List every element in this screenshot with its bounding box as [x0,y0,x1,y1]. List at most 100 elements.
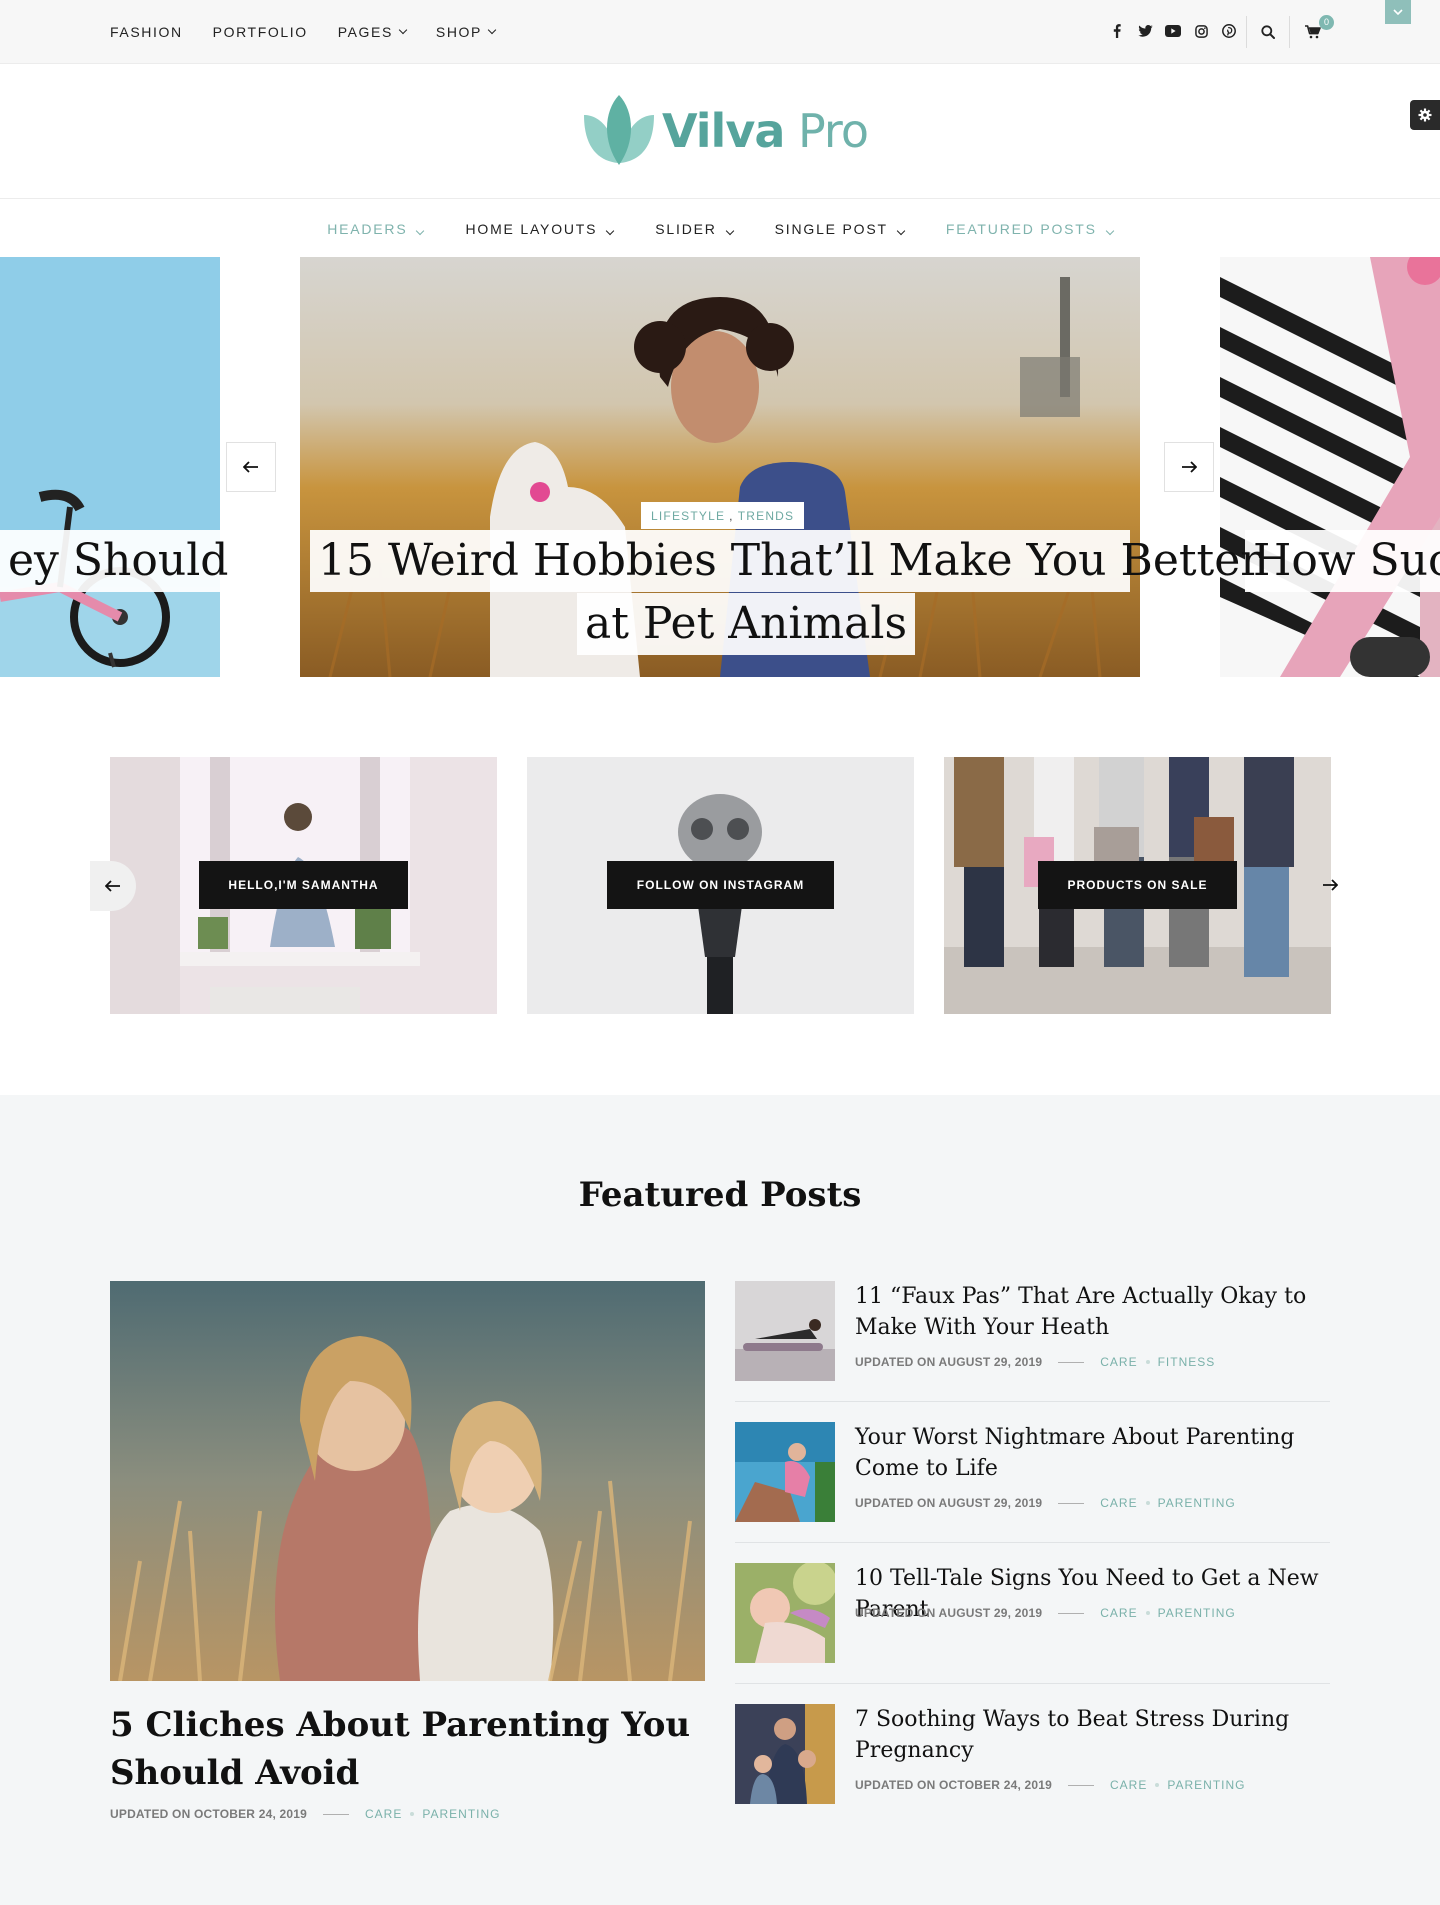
arrow-left-icon [243,461,258,473]
search-icon[interactable] [1257,21,1279,43]
post-date: UPDATED ON AUGUST 29, 2019 [855,1355,1043,1369]
category-link[interactable]: PARENTING [1158,1606,1236,1620]
mainnav-label: FEATURED POSTS [945,220,1097,237]
category-link[interactable]: TRENDS [738,509,795,523]
topnav-portfolio[interactable]: PORTFOLIO [213,24,308,40]
site-logo[interactable]: Vilva Pro [580,93,869,169]
category-link[interactable]: CARE [365,1807,402,1821]
separator: , [729,508,734,523]
mainnav-home-layouts[interactable]: HOME LAYOUTS [465,220,615,237]
topnav-label: SHOP [435,24,482,40]
mainnav-label: SLIDER [655,220,717,237]
side-post: 10 Tell-Tale Signs You Need to Get a New… [735,1563,1330,1663]
category-link[interactable]: CARE [1110,1778,1147,1792]
promo-sale-button[interactable]: PRODUCTS ON SALE [1038,861,1237,909]
mainnav-slider[interactable]: SLIDER [655,220,734,237]
site-header: Vilva Pro [0,65,1440,199]
side-post-title[interactable]: 11 “Faux Pas” That Are Actually Okay to … [855,1281,1330,1343]
slide-prev-image[interactable] [0,257,220,677]
chevron-down-icon [1105,226,1115,235]
post-date: UPDATED ON AUGUST 29, 2019 [855,1606,1043,1620]
dot-separator [410,1812,415,1816]
topnav-fashion[interactable]: FASHION [110,24,183,40]
topnav-shop[interactable]: SHOP [435,24,497,40]
mainnav-featured-posts[interactable]: FEATURED POSTS [945,220,1115,237]
promo-label: FOLLOW ON INSTAGRAM [636,878,805,892]
stripes-photo [1220,257,1440,677]
promo-instagram-button[interactable]: FOLLOW ON INSTAGRAM [607,861,834,909]
promo-about-button[interactable]: HELLO,I'M SAMANTHA [199,861,408,909]
chevron-down-icon [725,226,734,235]
featured-main-image[interactable] [110,1281,705,1681]
slider-next-button[interactable] [1164,442,1214,492]
divider [1289,16,1290,48]
pinterest-icon[interactable] [1220,22,1238,40]
side-post-title[interactable]: 7 Soothing Ways to Beat Stress During Pr… [855,1704,1330,1766]
mainnav-headers[interactable]: HEADERS [327,221,425,237]
slide-next-image[interactable] [1220,257,1440,677]
mainnav-label: HOME LAYOUTS [465,220,598,237]
topnav-label: PORTFOLIO [212,24,308,40]
instagram-icon[interactable] [1192,22,1210,40]
side-post: Your Worst Nightmare About Parenting Com… [735,1422,1330,1522]
side-post: 7 Soothing Ways to Beat Stress During Pr… [735,1704,1330,1804]
gear-icon [1418,108,1432,122]
chevron-down-icon [487,25,497,35]
slide-next-title[interactable]: How Succ [1245,530,1440,592]
category-link[interactable]: CARE [1100,1496,1137,1510]
twitter-icon[interactable] [1136,22,1154,40]
promo-sale[interactable]: PRODUCTS ON SALE [944,757,1331,1014]
side-post-meta: UPDATED ON OCTOBER 24, 2019 CARE PARENTI… [855,1778,1245,1792]
featured-posts-section: Featured Posts 5 Cliches About Parenting… [0,1095,1440,1905]
category-link[interactable]: PARENTING [1158,1496,1236,1510]
divider [1068,1784,1095,1786]
dot-separator [1145,1611,1150,1615]
slide-current-title-line2[interactable]: at Pet Animals [577,593,916,655]
featured-main-title[interactable]: 5 Cliches About Parenting You Should Avo… [110,1701,705,1797]
divider [323,1813,350,1815]
chevron-down-icon [398,25,408,35]
category-link[interactable]: LIFESTYLE [651,509,725,523]
slide-current-title-line1[interactable]: 15 Weird Hobbies That’ll Make You Better [310,530,1261,592]
category-link[interactable]: PARENTING [422,1807,500,1821]
topbar-toggle-button[interactable] [1385,0,1411,24]
social-links [1108,22,1238,40]
side-post-meta: UPDATED ON AUGUST 29, 2019 CARE PARENTIN… [855,1606,1236,1620]
plank-exercise-photo [735,1281,835,1381]
category-link[interactable]: CARE [1100,1355,1137,1369]
main-nav: HEADERS HOME LAYOUTS SLIDER SINGLE POST … [0,200,1440,257]
featured-main-meta: UPDATED ON OCTOBER 24, 2019 CARE PARENTI… [110,1807,500,1821]
promo-instagram[interactable]: FOLLOW ON INSTAGRAM [527,757,914,1014]
side-post-thumbnail[interactable] [735,1563,835,1663]
section-title: Featured Posts [578,1175,862,1215]
category-link[interactable]: CARE [1100,1606,1137,1620]
topnav-pages[interactable]: PAGES [337,24,408,40]
mainnav-single-post[interactable]: SINGLE POST [775,221,906,237]
slide-prev-title[interactable]: ey Should [0,530,237,592]
side-post-title[interactable]: Your Worst Nightmare About Parenting Com… [855,1422,1330,1484]
side-post-thumbnail[interactable] [735,1281,835,1381]
promo-next-button[interactable] [1318,873,1342,897]
settings-gear-button[interactable] [1410,100,1440,130]
category-link[interactable]: FITNESS [1158,1355,1216,1369]
slide-categories: LIFESTYLE, TRENDS [641,502,805,529]
youtube-icon[interactable] [1164,22,1182,40]
top-bar: FASHION PORTFOLIO PAGES SHOP 0 [0,0,1440,64]
facebook-icon[interactable] [1108,22,1126,40]
divider [735,1542,1330,1543]
chevron-down-icon [896,226,906,235]
slider-prev-button[interactable] [226,442,276,492]
side-post-thumbnail[interactable] [735,1422,835,1522]
side-post-thumbnail[interactable] [735,1704,835,1804]
topnav-label: PAGES [337,24,393,40]
slide-next-title-text: How Succ [1253,535,1440,586]
divider [1058,1361,1085,1363]
promo-about[interactable]: HELLO,I'M SAMANTHA [110,757,497,1014]
post-date: UPDATED ON OCTOBER 24, 2019 [855,1778,1053,1792]
category-link[interactable]: PARENTING [1167,1778,1245,1792]
divider [1058,1502,1085,1504]
cart-count-badge: 0 [1319,15,1334,30]
promo-label: PRODUCTS ON SALE [1067,878,1208,892]
arrow-right-icon [1323,879,1338,891]
side-post-meta: UPDATED ON AUGUST 29, 2019 CARE PARENTIN… [855,1496,1236,1510]
